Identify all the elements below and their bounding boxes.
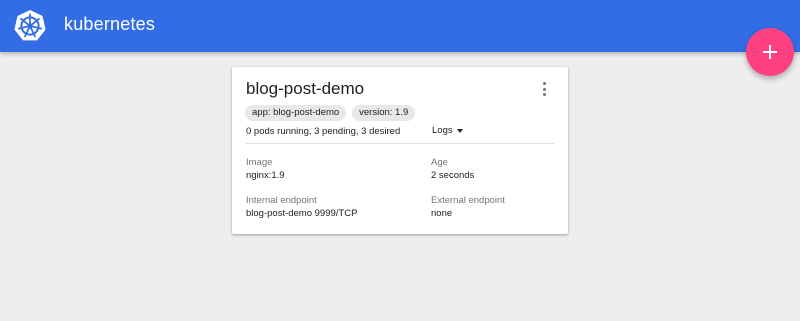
internal-endpoint-value: blog-post-demo 9999/TCP — [246, 208, 358, 219]
create-button[interactable] — [746, 28, 794, 76]
divider — [246, 143, 554, 144]
replication-controller-card: blog-post-demo app: blog-post-demo versi… — [232, 67, 568, 234]
top-app-bar: kubernetes — [0, 0, 800, 52]
age-label: Age — [431, 157, 448, 168]
app-title: kubernetes — [64, 14, 156, 34]
external-endpoint-label: External endpoint — [431, 195, 505, 206]
logs-label: Logs — [432, 125, 453, 136]
plus-icon — [763, 45, 777, 59]
card-title[interactable]: blog-post-demo — [246, 79, 364, 99]
label-chips: app: blog-post-demo version: 1.9 — [245, 105, 416, 121]
image-label: Image — [246, 157, 273, 168]
logs-dropdown[interactable]: Logs — [432, 125, 463, 136]
label-chip-app: app: blog-post-demo — [245, 105, 347, 121]
kubernetes-logo-icon[interactable] — [12, 8, 48, 44]
label-chip-version: version: 1.9 — [352, 105, 416, 121]
internal-endpoint-label: Internal endpoint — [246, 195, 317, 206]
pod-status-text: 0 pods running, 3 pending, 3 desired — [246, 126, 401, 137]
age-value: 2 seconds — [431, 170, 475, 181]
more-vert-icon[interactable] — [536, 80, 552, 98]
image-value: nginx:1.9 — [246, 170, 285, 181]
external-endpoint-value: none — [431, 208, 453, 219]
caret-down-icon — [456, 128, 463, 133]
